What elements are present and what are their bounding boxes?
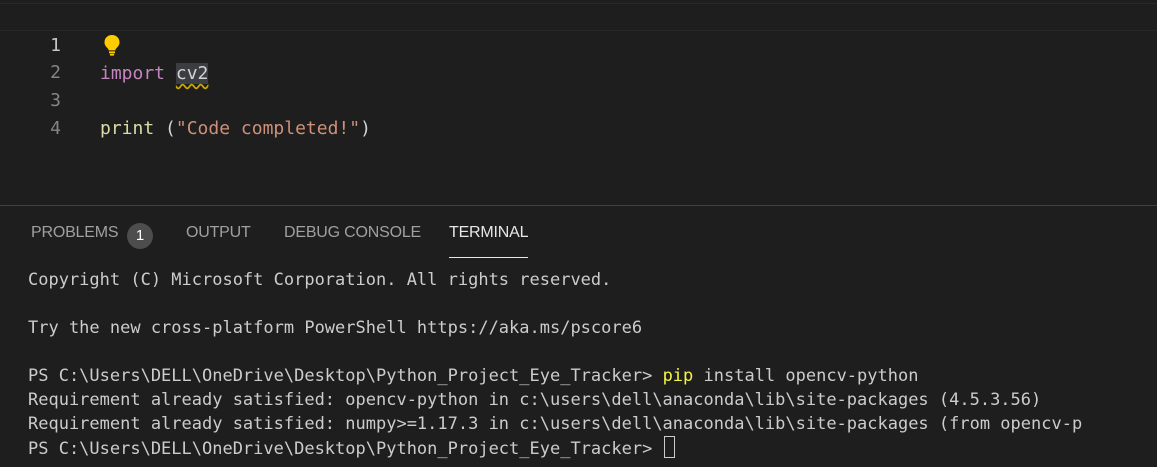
- tab-output[interactable]: OUTPUT: [186, 224, 251, 242]
- code-line-2[interactable]: 2: [0, 31, 1157, 83]
- terminal-cursor[interactable]: [663, 436, 675, 458]
- code-line-3[interactable]: 3 print ("Code completed!"): [0, 59, 1157, 139]
- bottom-panel: PROBLEMS 1 OUTPUT DEBUG CONSOLE TERMINAL…: [0, 205, 1157, 466]
- tab-debug-console[interactable]: DEBUG CONSOLE: [284, 224, 421, 242]
- line-number: 4: [50, 118, 61, 139]
- tab-terminal[interactable]: TERMINAL: [449, 224, 529, 258]
- problems-count-badge: 1: [127, 223, 153, 249]
- tab-problems[interactable]: PROBLEMS: [31, 224, 119, 242]
- terminal-output[interactable]: Copyright (C) Microsoft Corporation. All…: [28, 268, 1157, 467]
- terminal-line-requirement-1: Requirement already satisfied: opencv-py…: [28, 390, 1042, 410]
- open-paren: (: [154, 118, 176, 139]
- string-literal: "Code completed!": [175, 118, 361, 139]
- pip-command: pip: [662, 366, 694, 386]
- terminal-prompt: PS C:\Users\DELL\OneDrive\Desktop\Python…: [28, 366, 663, 386]
- command-args: install opencv-python: [693, 366, 919, 386]
- close-paren: ): [360, 118, 371, 139]
- panel-tabs: PROBLEMS 1 OUTPUT DEBUG CONSOLE TERMINAL: [0, 206, 1157, 261]
- code-line-1[interactable]: 1 import cv2: [0, 3, 1157, 84]
- terminal-line-command: PS C:\Users\DELL\OneDrive\Desktop\Python…: [28, 364, 918, 388]
- terminal-line-prompt[interactable]: PS C:\Users\DELL\OneDrive\Desktop\Python…: [28, 436, 675, 460]
- terminal-line-requirement-2: Requirement already satisfied: numpy>=1.…: [28, 414, 1083, 434]
- terminal-line-copyright: Copyright (C) Microsoft Corporation. All…: [28, 270, 612, 290]
- terminal-line-try-powershell: Try the new cross-platform PowerShell ht…: [28, 318, 643, 338]
- terminal-prompt: PS C:\Users\DELL\OneDrive\Desktop\Python…: [28, 439, 663, 459]
- print-function: print: [100, 118, 155, 139]
- code-line-4[interactable]: 4: [0, 87, 1157, 139]
- code-editor[interactable]: 1 import cv2 2 3 print ("Code completed!…: [0, 0, 1157, 205]
- lightbulb-icon[interactable]: [103, 34, 121, 56]
